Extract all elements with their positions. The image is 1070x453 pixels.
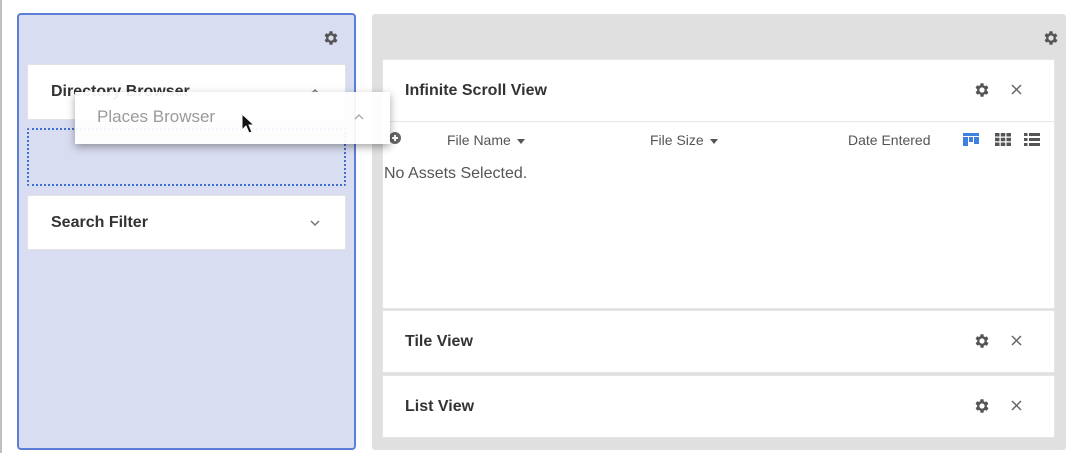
main-content-panel: Infinite Scroll View File Name File Size… (372, 14, 1066, 450)
column-label: File Size (650, 132, 704, 148)
left-sidebar-panel: Directory Browser Search Filter (17, 13, 356, 450)
panel-search-filter[interactable]: Search Filter (27, 195, 346, 250)
view-title: List View (405, 398, 475, 415)
sort-caret-icon (709, 138, 718, 144)
view-header: List View (383, 376, 1054, 438)
chevron-up-icon (352, 110, 366, 124)
view-title: Infinite Scroll View (405, 82, 547, 99)
masonry-view-icon[interactable] (963, 133, 979, 146)
add-column-icon[interactable] (389, 132, 401, 144)
panel-title: Places Browser (97, 107, 216, 126)
gear-icon[interactable] (322, 29, 340, 47)
close-icon[interactable] (1009, 398, 1024, 413)
view-header: Tile View (383, 311, 1054, 373)
list-view-icon[interactable] (1024, 133, 1040, 146)
close-icon[interactable] (1009, 333, 1024, 348)
column-date-entered[interactable]: Date Entered (848, 132, 931, 148)
grid-view-icon[interactable] (995, 133, 1011, 146)
column-file-size[interactable]: File Size (650, 132, 718, 148)
infinite-scroll-view: Infinite Scroll View File Name File Size… (382, 59, 1055, 309)
column-header-row: File Name File Size Date Entered (383, 124, 1054, 152)
gear-icon[interactable] (973, 81, 991, 99)
view-title: Tile View (405, 333, 473, 350)
dragging-panel-places-browser[interactable]: Places Browser (75, 92, 390, 144)
panel-title: Search Filter (51, 214, 148, 231)
empty-state-message: No Assets Selected. (384, 165, 528, 182)
sort-caret-icon (516, 138, 525, 144)
column-label: Date Entered (848, 132, 931, 148)
column-label: File Name (447, 132, 511, 148)
chevron-down-icon[interactable] (308, 216, 322, 230)
tile-view[interactable]: Tile View (382, 310, 1055, 373)
column-file-name[interactable]: File Name (447, 132, 525, 148)
gear-icon[interactable] (973, 397, 991, 415)
list-view[interactable]: List View (382, 375, 1055, 438)
gear-icon[interactable] (973, 332, 991, 350)
gear-icon[interactable] (1042, 29, 1060, 47)
mouse-cursor-icon (241, 113, 257, 135)
close-icon[interactable] (1009, 82, 1024, 97)
window-edge (0, 0, 2, 453)
view-header: Infinite Scroll View (383, 60, 1054, 122)
